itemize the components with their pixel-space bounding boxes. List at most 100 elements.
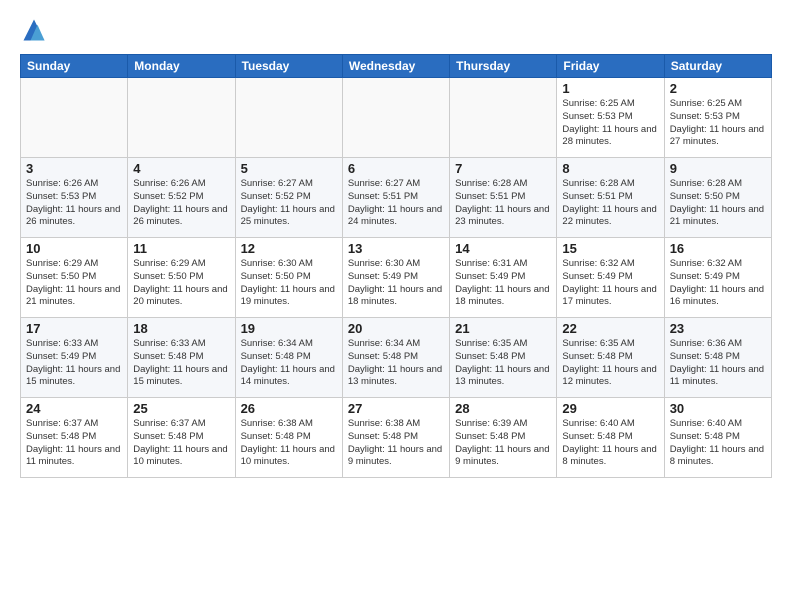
day-number: 3: [26, 161, 122, 176]
calendar-cell: [450, 78, 557, 158]
calendar-cell: 5 Sunrise: 6:27 AM Sunset: 5:52 PM Daylig…: [235, 158, 342, 238]
weekday-header-row: SundayMondayTuesdayWednesdayThursdayFrid…: [21, 55, 772, 78]
day-number: 30: [670, 401, 766, 416]
day-info: Sunrise: 6:28 AM Sunset: 5:51 PM Dayligh…: [562, 178, 658, 229]
day-info: Sunrise: 6:28 AM Sunset: 5:50 PM Dayligh…: [670, 178, 766, 229]
day-number: 24: [26, 401, 122, 416]
calendar-cell: 18 Sunrise: 6:33 AM Sunset: 5:48 PM Dayli…: [128, 318, 235, 398]
day-info: Sunrise: 6:29 AM Sunset: 5:50 PM Dayligh…: [26, 258, 122, 309]
calendar-cell: 2 Sunrise: 6:25 AM Sunset: 5:53 PM Daylig…: [664, 78, 771, 158]
calendar-cell: 22 Sunrise: 6:35 AM Sunset: 5:48 PM Dayli…: [557, 318, 664, 398]
calendar-cell: 11 Sunrise: 6:29 AM Sunset: 5:50 PM Dayli…: [128, 238, 235, 318]
day-info: Sunrise: 6:27 AM Sunset: 5:52 PM Dayligh…: [241, 178, 337, 229]
day-number: 22: [562, 321, 658, 336]
day-number: 1: [562, 81, 658, 96]
calendar-cell: 15Sunrise: 6:32 AM Sunset: 5:49 PM Dayli…: [557, 238, 664, 318]
day-number: 23: [670, 321, 766, 336]
calendar-cell: 21Sunrise: 6:35 AM Sunset: 5:48 PM Dayli…: [450, 318, 557, 398]
day-info: Sunrise: 6:26 AM Sunset: 5:52 PM Dayligh…: [133, 178, 229, 229]
day-number: 17: [26, 321, 122, 336]
calendar-week-row: 3 Sunrise: 6:26 AM Sunset: 5:53 PM Daylig…: [21, 158, 772, 238]
calendar-cell: 10 Sunrise: 6:29 AM Sunset: 5:50 PM Dayli…: [21, 238, 128, 318]
day-info: Sunrise: 6:28 AM Sunset: 5:51 PM Dayligh…: [455, 178, 551, 229]
weekday-header: Sunday: [21, 55, 128, 78]
day-info: Sunrise: 6:38 AM Sunset: 5:48 PM Dayligh…: [241, 418, 337, 469]
day-info: Sunrise: 6:38 AM Sunset: 5:48 PM Dayligh…: [348, 418, 444, 469]
day-info: Sunrise: 6:30 AM Sunset: 5:49 PM Dayligh…: [348, 258, 444, 309]
weekday-header: Saturday: [664, 55, 771, 78]
day-info: Sunrise: 6:25 AM Sunset: 5:53 PM Dayligh…: [670, 98, 766, 149]
day-info: Sunrise: 6:33 AM Sunset: 5:49 PM Dayligh…: [26, 338, 122, 389]
header: [20, 16, 772, 44]
calendar-cell: 25 Sunrise: 6:37 AM Sunset: 5:48 PM Dayli…: [128, 398, 235, 478]
calendar-cell: 30 Sunrise: 6:40 AM Sunset: 5:48 PM Dayli…: [664, 398, 771, 478]
day-number: 18: [133, 321, 229, 336]
calendar-week-row: 1 Sunrise: 6:25 AM Sunset: 5:53 PM Daylig…: [21, 78, 772, 158]
day-number: 15: [562, 241, 658, 256]
day-info: Sunrise: 6:30 AM Sunset: 5:50 PM Dayligh…: [241, 258, 337, 309]
calendar-cell: 12 Sunrise: 6:30 AM Sunset: 5:50 PM Dayli…: [235, 238, 342, 318]
day-number: 25: [133, 401, 229, 416]
day-info: Sunrise: 6:26 AM Sunset: 5:53 PM Dayligh…: [26, 178, 122, 229]
calendar-cell: 9 Sunrise: 6:28 AM Sunset: 5:50 PM Daylig…: [664, 158, 771, 238]
calendar-cell: [342, 78, 449, 158]
page: SundayMondayTuesdayWednesdayThursdayFrid…: [0, 0, 792, 612]
day-number: 14: [455, 241, 551, 256]
calendar-cell: 29 Sunrise: 6:40 AM Sunset: 5:48 PM Dayli…: [557, 398, 664, 478]
weekday-header: Monday: [128, 55, 235, 78]
calendar-cell: 14 Sunrise: 6:31 AM Sunset: 5:49 PM Dayli…: [450, 238, 557, 318]
day-number: 13: [348, 241, 444, 256]
day-info: Sunrise: 6:25 AM Sunset: 5:53 PM Dayligh…: [562, 98, 658, 149]
day-number: 6: [348, 161, 444, 176]
day-number: 29: [562, 401, 658, 416]
calendar-cell: 1 Sunrise: 6:25 AM Sunset: 5:53 PM Daylig…: [557, 78, 664, 158]
day-info: Sunrise: 6:40 AM Sunset: 5:48 PM Dayligh…: [670, 418, 766, 469]
day-info: Sunrise: 6:34 AM Sunset: 5:48 PM Dayligh…: [348, 338, 444, 389]
day-info: Sunrise: 6:40 AM Sunset: 5:48 PM Dayligh…: [562, 418, 658, 469]
calendar-cell: 26 Sunrise: 6:38 AM Sunset: 5:48 PM Dayli…: [235, 398, 342, 478]
calendar-cell: [128, 78, 235, 158]
day-info: Sunrise: 6:32 AM Sunset: 5:49 PM Dayligh…: [670, 258, 766, 309]
logo: [20, 16, 52, 44]
day-number: 12: [241, 241, 337, 256]
day-info: Sunrise: 6:35 AM Sunset: 5:48 PM Dayligh…: [562, 338, 658, 389]
calendar-cell: 19 Sunrise: 6:34 AM Sunset: 5:48 PM Dayli…: [235, 318, 342, 398]
calendar-cell: 13 Sunrise: 6:30 AM Sunset: 5:49 PM Dayli…: [342, 238, 449, 318]
day-info: Sunrise: 6:39 AM Sunset: 5:48 PM Dayligh…: [455, 418, 551, 469]
calendar-cell: 4 Sunrise: 6:26 AM Sunset: 5:52 PM Daylig…: [128, 158, 235, 238]
day-info: Sunrise: 6:34 AM Sunset: 5:48 PM Dayligh…: [241, 338, 337, 389]
day-info: Sunrise: 6:37 AM Sunset: 5:48 PM Dayligh…: [26, 418, 122, 469]
day-info: Sunrise: 6:37 AM Sunset: 5:48 PM Dayligh…: [133, 418, 229, 469]
day-number: 8: [562, 161, 658, 176]
calendar-cell: [21, 78, 128, 158]
day-info: Sunrise: 6:31 AM Sunset: 5:49 PM Dayligh…: [455, 258, 551, 309]
day-info: Sunrise: 6:29 AM Sunset: 5:50 PM Dayligh…: [133, 258, 229, 309]
calendar-cell: 17 Sunrise: 6:33 AM Sunset: 5:49 PM Dayli…: [21, 318, 128, 398]
day-number: 10: [26, 241, 122, 256]
logo-icon: [20, 16, 48, 44]
day-number: 28: [455, 401, 551, 416]
day-number: 16: [670, 241, 766, 256]
day-info: Sunrise: 6:33 AM Sunset: 5:48 PM Dayligh…: [133, 338, 229, 389]
weekday-header: Tuesday: [235, 55, 342, 78]
day-number: 9: [670, 161, 766, 176]
day-info: Sunrise: 6:35 AM Sunset: 5:48 PM Dayligh…: [455, 338, 551, 389]
day-number: 5: [241, 161, 337, 176]
day-number: 4: [133, 161, 229, 176]
day-info: Sunrise: 6:36 AM Sunset: 5:48 PM Dayligh…: [670, 338, 766, 389]
calendar-week-row: 17 Sunrise: 6:33 AM Sunset: 5:49 PM Dayli…: [21, 318, 772, 398]
calendar-cell: 27Sunrise: 6:38 AM Sunset: 5:48 PM Dayli…: [342, 398, 449, 478]
calendar-cell: 24 Sunrise: 6:37 AM Sunset: 5:48 PM Dayli…: [21, 398, 128, 478]
weekday-header: Friday: [557, 55, 664, 78]
day-number: 7: [455, 161, 551, 176]
calendar-cell: 3 Sunrise: 6:26 AM Sunset: 5:53 PM Daylig…: [21, 158, 128, 238]
day-number: 11: [133, 241, 229, 256]
day-number: 2: [670, 81, 766, 96]
day-number: 19: [241, 321, 337, 336]
calendar-cell: 28 Sunrise: 6:39 AM Sunset: 5:48 PM Dayli…: [450, 398, 557, 478]
calendar-week-row: 24 Sunrise: 6:37 AM Sunset: 5:48 PM Dayli…: [21, 398, 772, 478]
calendar-cell: [235, 78, 342, 158]
day-number: 26: [241, 401, 337, 416]
weekday-header: Thursday: [450, 55, 557, 78]
calendar-cell: 20Sunrise: 6:34 AM Sunset: 5:48 PM Dayli…: [342, 318, 449, 398]
